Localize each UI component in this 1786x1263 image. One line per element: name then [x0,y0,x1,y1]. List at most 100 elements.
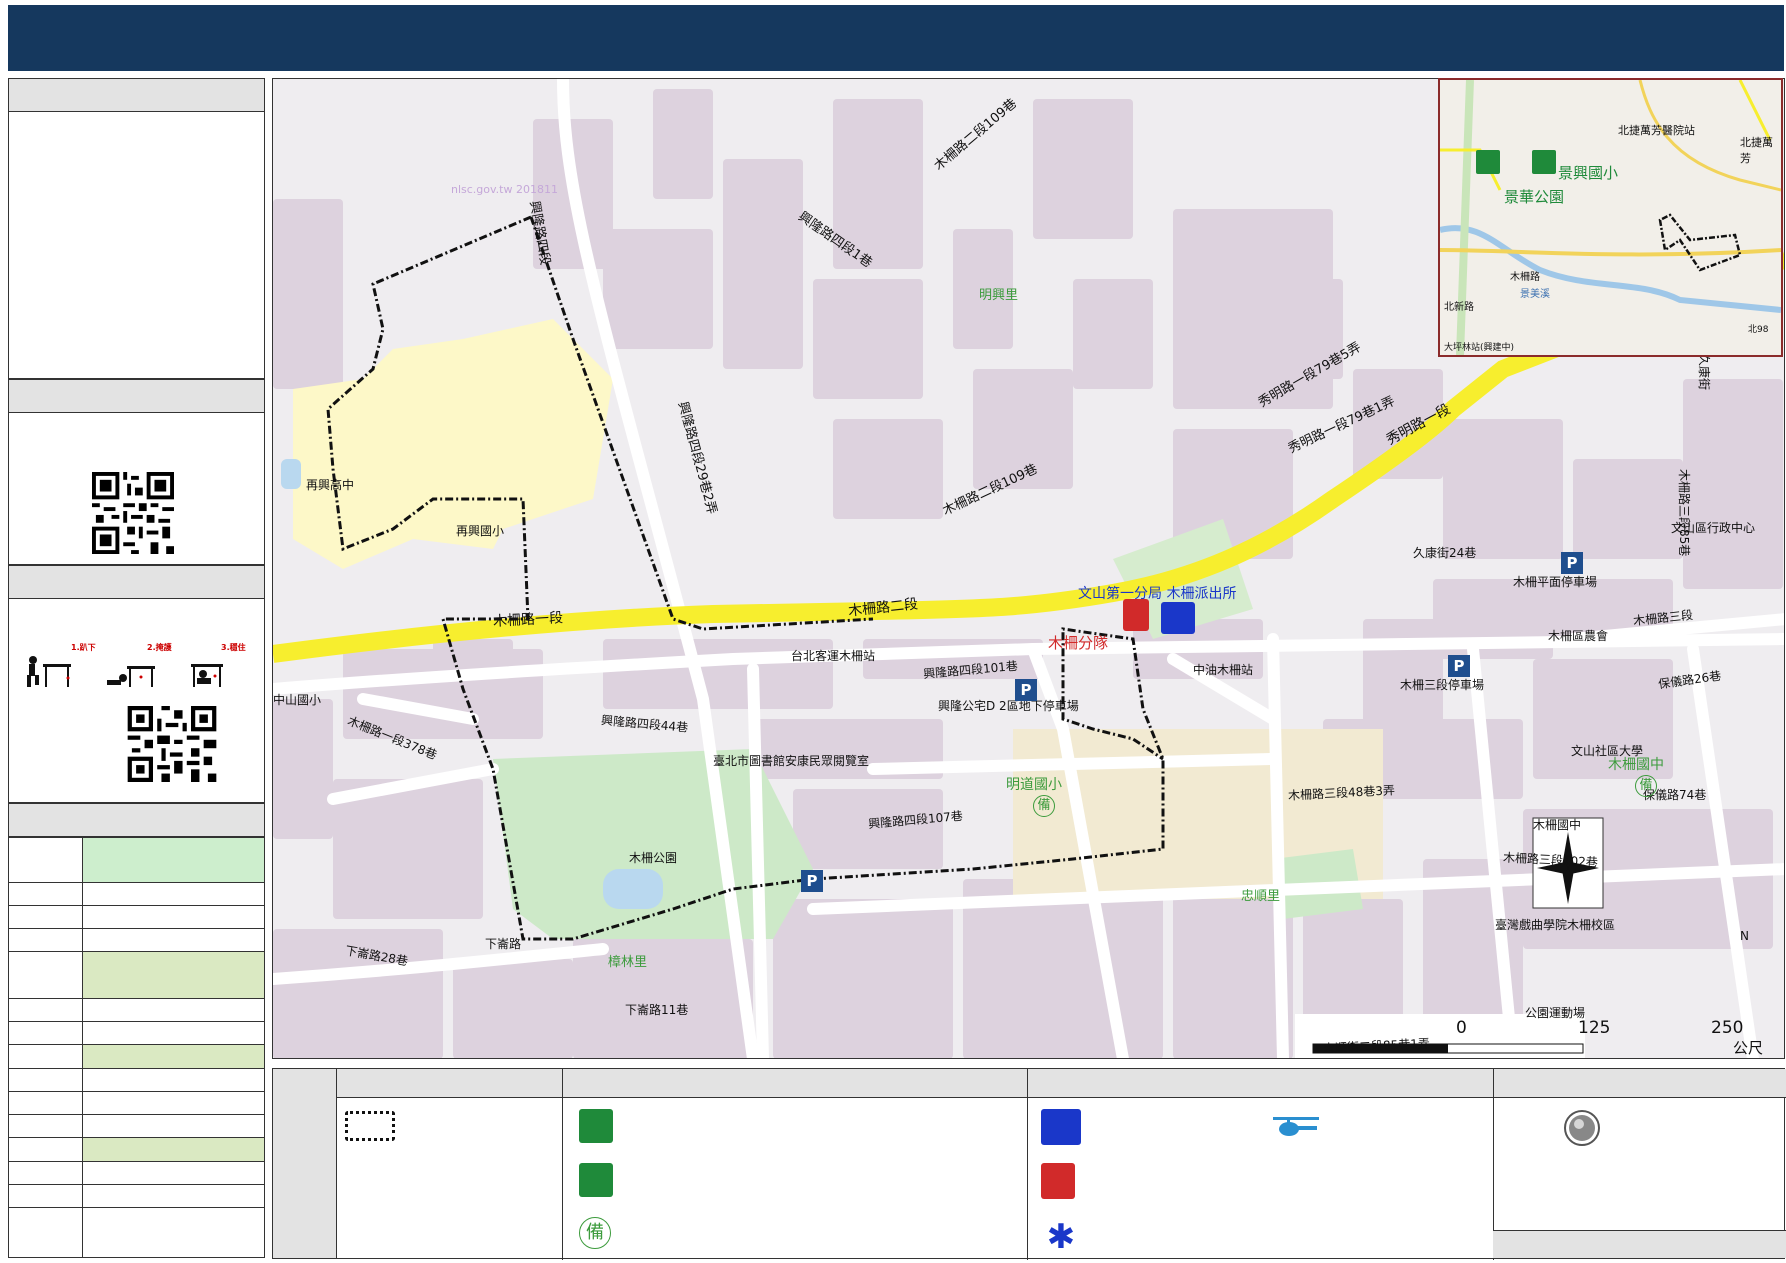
road-label: 下崙路 [485,937,522,951]
drill-panel: 1.趴下 2.掩護 3.穩住 [8,565,265,803]
poi-label: 再興國小 [456,524,505,538]
road-label: 久康街 [1697,354,1711,391]
poi-label: 台北客運木柵站 [791,649,876,663]
table-row [9,1115,264,1138]
scale-mid: 125 [1578,1018,1611,1038]
table-row [9,883,264,906]
inset-label: 景美溪 [1520,289,1550,300]
area-label: 明興里 [979,288,1019,303]
legend-footer-cell [1493,1230,1786,1258]
table-row [9,1138,264,1162]
table-row [9,952,264,999]
inset-canvas [1440,80,1781,355]
poi-label: 臺灣戲曲學院木柵校區 [1495,918,1616,932]
inset-label: 景華公園 [1504,188,1565,206]
fire-station-icon[interactable] [1123,599,1149,631]
table-row [9,838,264,883]
pond [603,869,663,909]
map-watermark: nlsc.gov.tw 201811 [451,183,558,196]
drill-qr-code[interactable] [127,706,217,782]
legend-header-shelters [562,1069,1027,1098]
inset-label: 北新路 [1444,302,1474,313]
poi-label: 木柵國中 [1533,818,1582,832]
police-icon[interactable] [1161,602,1195,634]
inset-label: 北捷萬芳醫院站 [1618,124,1695,137]
school-label: 明道國小 [1006,777,1062,793]
drill-label-hold: 3.穩住 [221,643,246,652]
poi-label: 臺北市圖書館安康民眾閱覽室 [713,754,870,768]
poi-label: 中油木柵站 [1193,663,1254,677]
table-header [8,803,265,837]
table-row [9,1045,264,1069]
poi-label: 木柵平面停車場 [1513,575,1598,589]
poi-label: 興隆公宅D 2區地下停車場 [938,699,1079,713]
qr-code[interactable] [92,472,174,554]
info-panel [8,78,265,379]
qr-panel [8,379,265,565]
table-row [9,1162,264,1185]
poi-label: 文山區行政中心 [1671,521,1756,535]
legend-header-other [1493,1069,1786,1098]
poi-label: 公園運動場 [1525,1006,1586,1020]
scale-max: 250 [1711,1018,1744,1038]
poi-label: 中山國小 [273,693,322,707]
poi-label: 再興高中 [306,478,355,492]
drop-cover-hold-pictograms [27,656,223,687]
poi-label: 木柵公園 [629,851,678,865]
info-panel-header [8,78,265,112]
title-banner [8,5,1784,71]
inset-map[interactable]: 北捷萬芳醫院站 北捷萬芳 景興國小 景華公園 木柵路 景美溪 北新路 大坪林站(… [1438,78,1783,357]
table-row [9,1069,264,1092]
poi-label: 木柵區農會 [1548,629,1609,643]
table-row [9,1185,264,1208]
police-station-label: 文山第一分局 木柵派出所 [1078,586,1237,602]
legend-header-boundary [337,1069,562,1098]
parking-icon[interactable]: P [1561,552,1583,574]
shelter-icon[interactable] [1532,150,1556,174]
table-row [9,906,264,929]
other-facility-legend-icon [1564,1110,1600,1146]
road-label: 久康街24巷 [1413,546,1477,560]
area-label: 忠順里 [1241,889,1281,904]
medical-legend-icon: ✱ [1046,1217,1076,1257]
drill-label-cover: 2.掩護 [147,643,172,652]
fire-legend-icon [1041,1163,1075,1199]
standby-shelter-icon[interactable]: 備 [1635,775,1657,797]
shelter-table [8,837,265,1258]
table-row [9,1092,264,1115]
road-label: 木柵路一段 [492,610,564,630]
police-legend-icon [1041,1109,1081,1145]
standby-shelter-icon[interactable]: 備 [1033,795,1055,817]
inset-label: 大坪林站(興建中) [1444,343,1515,353]
inset-label: 景興國小 [1558,164,1619,182]
inset-label: 北98 [1748,325,1769,335]
parking-icon[interactable]: P [801,870,823,892]
qr-panel-header [8,379,265,413]
inset-label: 北捷萬芳 [1740,136,1773,165]
road-label: 下崙路11巷 [625,1003,689,1017]
pond-2 [281,459,301,489]
fire-station-label: 木柵分隊 [1048,634,1109,652]
legend-header-emergency [1027,1069,1493,1098]
drill-panel-header [8,565,265,599]
evacuation-legend-icon [579,1163,613,1197]
boundary-legend-icon [345,1111,395,1141]
parking-icon[interactable]: P [1448,655,1470,677]
poi-label: 木柵三段停車場 [1400,678,1485,692]
table-row [9,929,264,952]
legend-panel: 備 ✱ [272,1068,1786,1260]
table-row [9,1208,264,1257]
table-row [9,1022,264,1045]
road-label: 木柵路三段85巷 [1677,469,1691,557]
legend-title-cell [273,1069,337,1258]
scale-unit: 公尺 [1733,1039,1764,1057]
helicopter-legend-icon [1273,1117,1319,1136]
inset-label: 木柵路 [1510,272,1540,283]
evacuation-site-icon[interactable] [1476,150,1500,174]
scale-zero: 0 [1456,1018,1467,1038]
parking-icon[interactable]: P [1015,679,1037,701]
drill-label-drop: 1.趴下 [71,643,96,652]
area-label: 樟林里 [608,955,648,970]
standby-shelter-legend-icon: 備 [579,1217,611,1249]
school-label: 木柵國中 [1608,757,1664,773]
